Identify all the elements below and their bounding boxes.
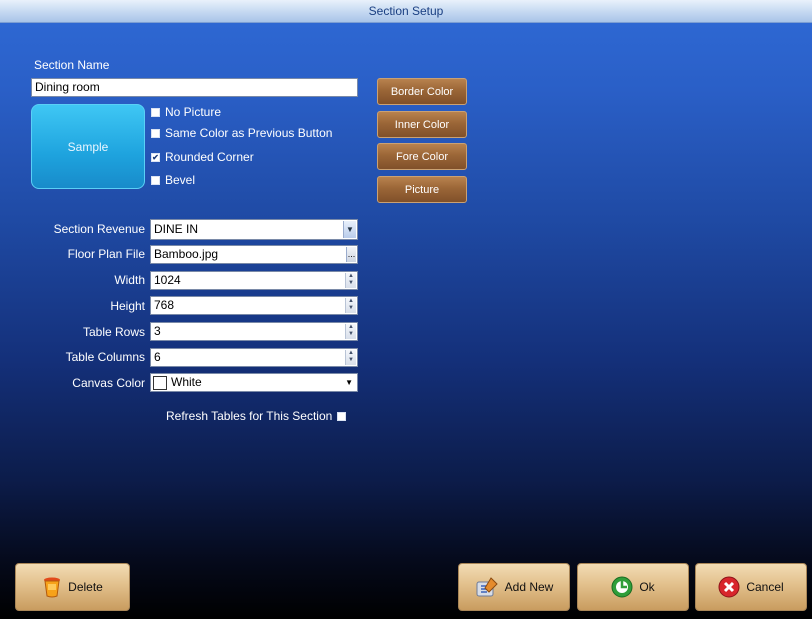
- sample-label: Sample: [67, 139, 109, 154]
- width-input[interactable]: 1024 ▲ ▼: [150, 271, 358, 290]
- same-color-checkbox[interactable]: [151, 128, 160, 138]
- rounded-corner-label: Rounded Corner: [165, 150, 254, 164]
- add-new-icon: [476, 577, 498, 597]
- canvas-color-value: White: [171, 375, 202, 389]
- title-bar: Section Setup: [0, 0, 812, 23]
- delete-label: Delete: [68, 580, 103, 594]
- section-revenue-select[interactable]: DINE IN ▼: [150, 219, 358, 240]
- cancel-x-icon: [718, 576, 740, 598]
- no-picture-label: No Picture: [165, 105, 222, 119]
- section-revenue-label: Section Revenue: [53, 222, 145, 236]
- chevron-down-icon[interactable]: ▼: [343, 221, 356, 238]
- cancel-button[interactable]: Cancel: [695, 563, 807, 611]
- ok-label: Ok: [639, 580, 655, 594]
- ok-button[interactable]: Ok: [577, 563, 689, 611]
- browse-file-button[interactable]: ...: [346, 247, 356, 262]
- dropdown-arrow-icon[interactable]: ▼: [345, 374, 353, 391]
- canvas-color-select[interactable]: White ▼: [150, 373, 358, 392]
- table-rows-value: 3: [154, 324, 161, 338]
- cancel-label: Cancel: [746, 580, 784, 594]
- canvas-color-swatch: [153, 375, 167, 390]
- trash-bin-icon: [44, 577, 61, 598]
- bevel-label: Bevel: [165, 173, 196, 187]
- table-columns-value: 6: [154, 350, 161, 364]
- section-revenue-value: DINE IN: [154, 222, 199, 236]
- refresh-tables-checkbox[interactable]: [337, 411, 347, 421]
- refresh-tables-label: Refresh Tables for This Section: [166, 409, 333, 423]
- rounded-corner-option[interactable]: ✔ Rounded Corner: [151, 149, 254, 165]
- add-new-label: Add New: [504, 580, 554, 594]
- floor-plan-file-value: Bamboo.jpg: [154, 247, 219, 261]
- height-spinner-icon[interactable]: ▲ ▼: [345, 298, 356, 313]
- refresh-tables-option[interactable]: Refresh Tables for This Section: [166, 409, 347, 423]
- window-title: Section Setup: [368, 4, 444, 18]
- canvas-color-label: Canvas Color: [72, 376, 145, 390]
- rounded-corner-checkbox[interactable]: ✔: [151, 152, 160, 162]
- table-rows-input[interactable]: 3 ▲ ▼: [150, 322, 358, 341]
- floor-plan-file-label: Floor Plan File: [67, 247, 145, 261]
- section-name-input[interactable]: Dining room: [31, 78, 358, 97]
- section-name-label: Section Name: [34, 58, 110, 72]
- width-label: Width: [114, 273, 145, 287]
- width-value: 1024: [154, 273, 181, 287]
- same-color-label: Same Color as Previous Button: [165, 126, 333, 140]
- inner-color-button[interactable]: Inner Color: [377, 111, 467, 138]
- height-label: Height: [110, 299, 145, 313]
- height-input[interactable]: 768 ▲ ▼: [150, 296, 358, 315]
- width-spinner-icon[interactable]: ▲ ▼: [345, 273, 356, 288]
- no-picture-option[interactable]: No Picture: [151, 104, 221, 120]
- table-columns-spinner-icon[interactable]: ▲ ▼: [345, 350, 356, 365]
- sample-button-preview: Sample: [31, 104, 145, 189]
- add-new-button[interactable]: Add New: [458, 563, 570, 611]
- table-rows-spinner-icon[interactable]: ▲ ▼: [345, 324, 356, 339]
- same-color-option[interactable]: Same Color as Previous Button: [151, 125, 332, 141]
- bevel-option[interactable]: Bevel: [151, 172, 195, 188]
- picture-button[interactable]: Picture: [377, 176, 467, 203]
- table-rows-label: Table Rows: [82, 325, 145, 339]
- table-columns-label: Table Columns: [65, 350, 145, 364]
- bevel-checkbox[interactable]: [151, 175, 160, 185]
- border-color-button[interactable]: Border Color: [377, 78, 467, 105]
- table-columns-input[interactable]: 6 ▲ ▼: [150, 348, 358, 367]
- check-circle-icon: [611, 576, 633, 598]
- delete-button[interactable]: Delete: [15, 563, 130, 611]
- height-value: 768: [154, 298, 175, 312]
- floor-plan-file-input[interactable]: Bamboo.jpg ...: [150, 245, 358, 264]
- fore-color-button[interactable]: Fore Color: [377, 143, 467, 170]
- no-picture-checkbox[interactable]: [151, 107, 160, 117]
